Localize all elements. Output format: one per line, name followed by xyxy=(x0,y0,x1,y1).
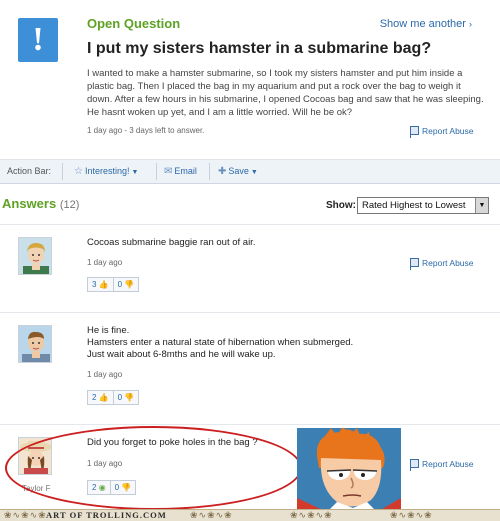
avatar[interactable] xyxy=(18,237,52,275)
thumbs-down-button[interactable]: 0 👎 xyxy=(114,391,139,404)
thumbs-up-icon: 👍 xyxy=(98,393,109,402)
answer-line: He is fine. xyxy=(87,325,130,336)
question-type-label: Open Question xyxy=(87,16,181,31)
interesting-button[interactable]: ☆ Interesting! ▼ xyxy=(74,166,138,177)
answer-line: Hamsters enter a natural state of hibern… xyxy=(87,337,354,348)
envelope-icon: ✉ xyxy=(164,166,173,177)
flag-icon xyxy=(410,258,419,270)
thumbs-up-icon: 👍 xyxy=(98,280,109,289)
footer-brand[interactable]: ART OF TROLLING.COM xyxy=(46,510,167,521)
thumbs-up-button[interactable]: 2 👍 xyxy=(88,391,114,404)
flag-icon xyxy=(410,459,419,471)
answer-text: Cocoas submarine baggie ran out of air. xyxy=(87,237,256,248)
divider xyxy=(209,163,210,180)
report-abuse-link[interactable]: Report Abuse xyxy=(410,126,474,138)
thumbs-down-icon: 👎 xyxy=(124,393,135,402)
vote-widget: 2 👍 0 👎 xyxy=(87,390,140,405)
footer-ornament: ❀∿❀∿❀ xyxy=(190,510,233,520)
answer-age: 1 day ago xyxy=(87,370,123,379)
save-button[interactable]: ✚ Save ▼ xyxy=(218,166,258,177)
fry-meme-image xyxy=(297,428,401,512)
dropdown-arrow-icon: ▼ xyxy=(475,198,488,213)
answer-item: Cocoas submarine baggie ran out of air. … xyxy=(0,224,500,312)
avatar-man-icon xyxy=(19,326,51,362)
action-bar: Action Bar: ☆ Interesting! ▼ ✉ Email ✚ Save ▼ xyxy=(0,160,500,184)
thumbs-down-button[interactable]: 0 👎 xyxy=(114,278,139,291)
show-another-link[interactable]: Show me another › xyxy=(380,18,472,30)
thumbs-up-button[interactable]: 3 👍 xyxy=(88,278,114,291)
avatar[interactable] xyxy=(18,325,52,363)
footer-ornament: ❀∿❀∿❀ xyxy=(4,510,47,520)
answer-item: He is fine. Hamsters enter a natural sta… xyxy=(0,312,500,424)
answer-age: 1 day ago xyxy=(87,258,123,267)
report-abuse-link[interactable]: Report Abuse xyxy=(410,459,474,471)
answers-count: (12) xyxy=(59,199,80,211)
highlight-oval xyxy=(5,426,302,510)
star-icon: ☆ xyxy=(74,166,83,177)
divider xyxy=(156,163,157,180)
footer-ornament: ❀∿❀∿❀ xyxy=(390,510,433,520)
dropdown-arrow-icon: ▼ xyxy=(250,169,258,176)
answer-line: Just wait about 6-8mths and he will wake… xyxy=(87,349,276,360)
question-mark-icon: ! xyxy=(18,18,58,62)
sort-label: Show: xyxy=(326,200,356,211)
dropdown-arrow-icon: ▼ xyxy=(131,169,139,176)
sort-select[interactable]: Rated Highest to Lowest ▼ xyxy=(357,197,489,214)
thumbs-down-icon: 👎 xyxy=(124,280,135,289)
avatar-boy-icon xyxy=(19,238,51,274)
question-panel: ! Open Question Show me another › I put … xyxy=(0,0,500,160)
site-footer-banner: ❀∿❀∿❀ ART OF TROLLING.COM ❀∿❀∿❀ ❀∿❀∿❀ ❀∿… xyxy=(0,509,500,521)
action-bar-label: Action Bar: xyxy=(7,166,52,176)
email-button[interactable]: ✉ Email xyxy=(164,166,197,177)
plus-icon: ✚ xyxy=(218,166,227,177)
chevron-right-icon: › xyxy=(469,19,472,29)
question-body: I wanted to make a hamster submarine, so… xyxy=(87,68,484,118)
footer-ornament: ❀∿❀∿❀ xyxy=(290,510,333,520)
vote-widget: 3 👍 0 👎 xyxy=(87,277,140,292)
answer-text: He is fine. Hamsters enter a natural sta… xyxy=(87,325,353,361)
question-title: I put my sisters hamster in a submarine … xyxy=(87,40,432,57)
answers-title: Answers (12) xyxy=(2,196,80,211)
report-abuse-link[interactable]: Report Abuse xyxy=(410,258,474,270)
question-meta: 1 day ago - 3 days left to answer. xyxy=(87,126,205,135)
fry-face-icon xyxy=(297,428,401,512)
divider xyxy=(62,163,63,180)
flag-icon xyxy=(410,126,419,138)
